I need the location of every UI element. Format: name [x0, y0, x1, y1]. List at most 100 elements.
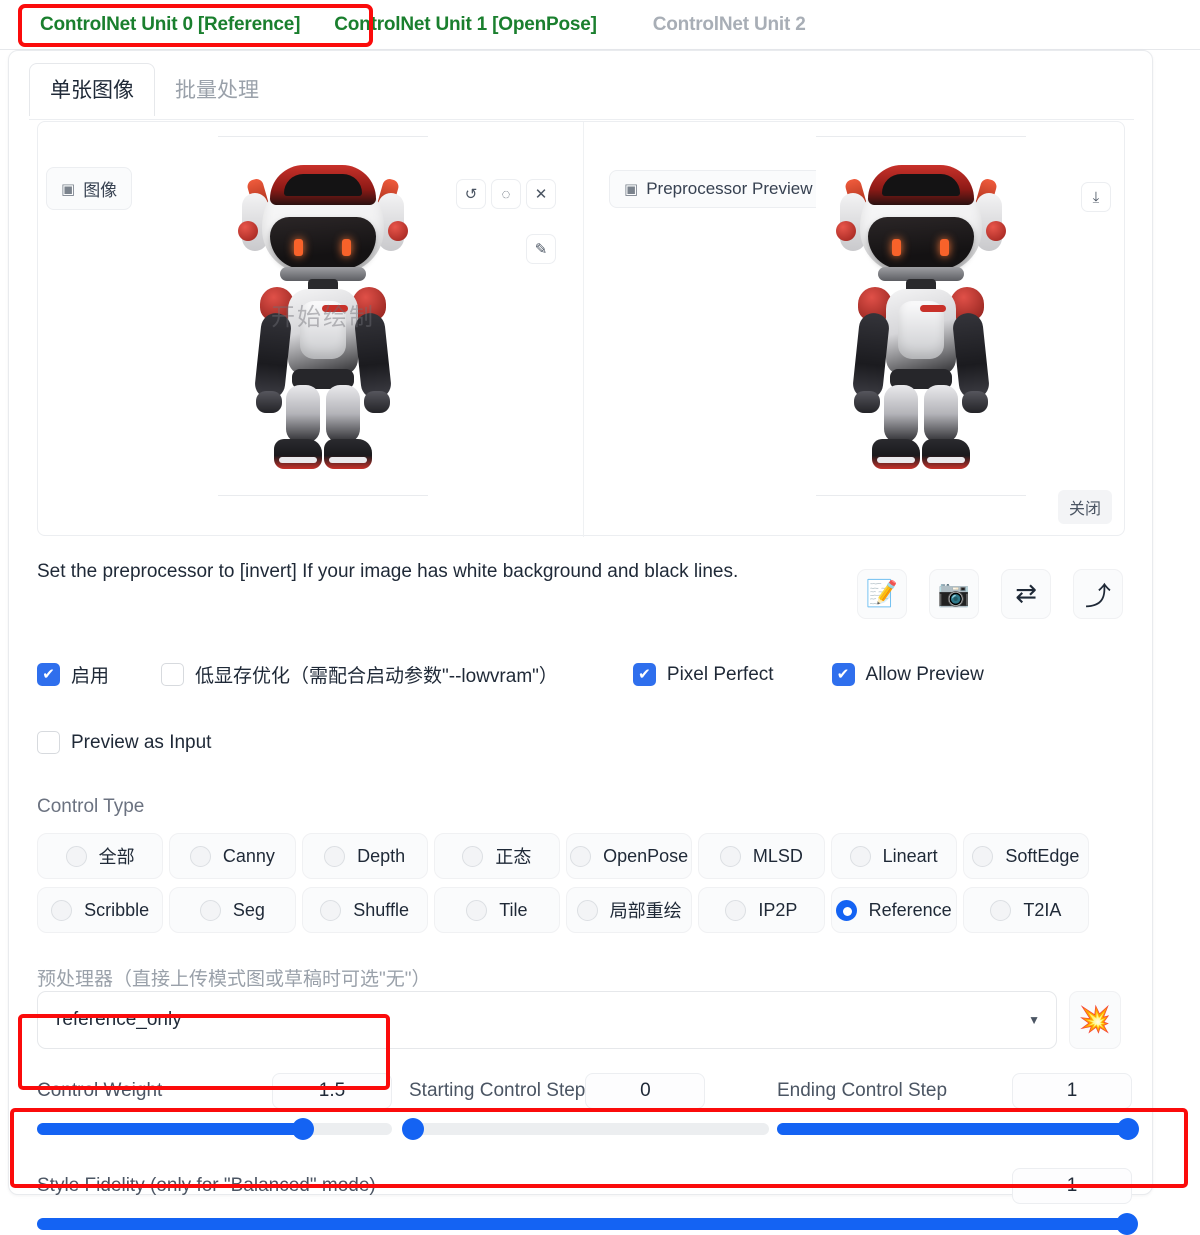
preprocessor-value: reference_only	[56, 1009, 182, 1030]
control-type-t2ia[interactable]: T2IA	[962, 887, 1089, 933]
radio-icon[interactable]	[719, 845, 741, 867]
radio-icon[interactable]	[835, 899, 857, 921]
starting-control-step-track[interactable]	[401, 1118, 769, 1140]
radio-icon[interactable]	[466, 899, 488, 921]
checkbox-pixel-perfect-label: Pixel Perfect	[666, 663, 774, 685]
controlnet-unit-tabs: ControlNet Unit 0 [Reference] ControlNet…	[0, 0, 1200, 50]
swap-button[interactable]: ⇄	[1001, 569, 1051, 619]
radio-icon[interactable]	[324, 845, 346, 867]
checkbox-lowvram[interactable]: 低显存优化（需配合启动参数"--lowvram"）	[161, 661, 558, 688]
checkbox-allow-preview-box[interactable]	[831, 663, 855, 686]
control-type-normal[interactable]: 正态	[433, 833, 560, 879]
control-type-canny[interactable]: Canny	[169, 833, 296, 879]
radio-icon[interactable]	[849, 845, 871, 867]
download-icon[interactable]: ⤓	[1081, 182, 1111, 212]
control-type-mlsd-label: MLSD	[752, 845, 803, 866]
tab-controlnet-unit-1[interactable]: ControlNet Unit 1 [OpenPose]	[324, 10, 607, 40]
radio-icon[interactable]	[725, 899, 747, 921]
control-type-all[interactable]: 全部	[37, 833, 164, 879]
checkbox-enable-label: 启用	[71, 666, 110, 687]
tab-controlnet-unit-2[interactable]: ControlNet Unit 2	[643, 10, 816, 40]
control-type-ip2p[interactable]: IP2P	[698, 887, 825, 933]
preprocessor-select[interactable]: reference_only ▼	[37, 991, 1057, 1049]
edit-prompt-button[interactable]: 📝	[857, 569, 907, 619]
camera-button[interactable]: 📷	[929, 569, 979, 619]
run-preprocessor-button[interactable]: 💥	[1069, 991, 1121, 1049]
starting-control-step-value[interactable]: 0	[585, 1073, 706, 1109]
control-type-shuffle-label: Shuffle	[353, 899, 409, 920]
control-type-grid: 全部 Canny Depth 正态 OpenPose MLSD Lineart …	[37, 833, 1089, 941]
tab-batch-process[interactable]: 批量处理	[155, 64, 279, 116]
ending-control-step-track[interactable]	[777, 1118, 1140, 1140]
preprocessor-preview-area[interactable]: ▣ Preprocessor Preview ⤓ 关闭	[583, 122, 1126, 537]
radio-icon[interactable]	[199, 899, 221, 921]
control-type-inpaint[interactable]: 局部重绘	[566, 887, 693, 933]
preprocessor-preview-chip: ▣ Preprocessor Preview	[609, 170, 828, 208]
chevron-down-icon[interactable]: ▼	[1028, 1013, 1040, 1027]
control-type-scribble[interactable]: Scribble	[37, 887, 164, 933]
undo-icon[interactable]: ↺	[456, 179, 486, 209]
starting-control-step-knob[interactable]	[401, 1118, 424, 1140]
control-type-seg[interactable]: Seg	[169, 887, 296, 933]
control-weight-track[interactable]	[37, 1118, 392, 1140]
control-type-normal-label: 正态	[495, 847, 532, 867]
close-preview-button[interactable]: 关闭	[1057, 490, 1112, 524]
control-type-reference[interactable]: Reference	[830, 887, 957, 933]
starting-control-step-label: Starting Control Step	[409, 1080, 586, 1101]
radio-icon[interactable]	[320, 899, 342, 921]
control-type-softedge[interactable]: SoftEdge	[962, 833, 1089, 879]
style-fidelity-track[interactable]	[37, 1213, 1138, 1235]
radio-icon[interactable]	[570, 845, 592, 867]
input-image-area[interactable]: ▣ 图像 开始绘制 ↺ ◌ ✕ ✎	[38, 122, 583, 537]
checkbox-preview-as-input-box[interactable]	[37, 731, 60, 754]
style-fidelity-value[interactable]: 1	[1012, 1168, 1132, 1204]
ending-control-step-slider-group: Ending Control Step 1	[777, 1073, 1140, 1140]
control-type-lineart[interactable]: Lineart	[830, 833, 957, 879]
radio-icon[interactable]	[462, 845, 484, 867]
image-icon: ▣	[61, 180, 76, 198]
radio-icon[interactable]	[576, 899, 598, 921]
control-type-tile-label: Tile	[499, 899, 528, 920]
checkbox-lowvram-label: 低显存优化（需配合启动参数"--lowvram"）	[195, 666, 558, 687]
control-type-mlsd[interactable]: MLSD	[698, 833, 825, 879]
checkbox-enable[interactable]: 启用	[37, 661, 109, 688]
action-button-group: 📝 📷 ⇄ ⤴	[857, 569, 1123, 619]
control-type-tile[interactable]: Tile	[433, 887, 560, 933]
control-type-depth-label: Depth	[357, 845, 406, 866]
checkbox-lowvram-box[interactable]	[161, 663, 185, 686]
tab-single-image[interactable]: 单张图像	[29, 63, 155, 116]
control-type-shuffle[interactable]: Shuffle	[301, 887, 428, 933]
checkbox-allow-preview[interactable]: Allow Preview	[831, 663, 984, 686]
robot-preview-image	[828, 163, 1014, 483]
control-type-scribble-label: Scribble	[84, 899, 150, 920]
radio-icon[interactable]	[51, 899, 73, 921]
control-type-openpose[interactable]: OpenPose	[566, 833, 693, 879]
controlnet-unit-panel: 单张图像 批量处理 ▣ 图像 开始绘制 ↺ ◌ ✕ ✎ ▣ Preprocess…	[8, 50, 1153, 1235]
radio-icon[interactable]	[972, 845, 994, 867]
style-fidelity-knob[interactable]	[1115, 1213, 1138, 1235]
eraser-icon[interactable]: ◌	[491, 179, 521, 209]
control-type-lineart-label: Lineart	[882, 845, 938, 866]
send-up-button[interactable]: ⤴	[1073, 569, 1123, 619]
radio-icon[interactable]	[189, 845, 211, 867]
image-icon: ▣	[624, 181, 639, 198]
radio-icon[interactable]	[65, 845, 87, 867]
checkbox-preview-as-input-label: Preview as Input	[71, 731, 212, 753]
checkbox-enable-box[interactable]	[37, 663, 60, 686]
control-type-depth[interactable]: Depth	[301, 833, 428, 879]
radio-icon[interactable]	[990, 899, 1012, 921]
preprocessor-label: 预处理器（直接上传模式图或草稿时可选"无"）	[37, 969, 431, 990]
tab-controlnet-unit-0[interactable]: ControlNet Unit 0 [Reference]	[30, 10, 310, 40]
ending-control-step-knob[interactable]	[1117, 1118, 1140, 1140]
control-weight-label: Control Weight	[37, 1080, 163, 1101]
checkbox-pixel-perfect[interactable]: Pixel Perfect	[632, 663, 774, 686]
control-weight-value[interactable]: 1.5	[272, 1073, 392, 1109]
brush-icon[interactable]: ✎	[526, 234, 556, 264]
control-weight-knob[interactable]	[292, 1118, 315, 1140]
input-image-chip[interactable]: ▣ 图像	[46, 167, 133, 210]
preprocessor-preview-label: Preprocessor Preview	[646, 179, 813, 198]
checkbox-preview-as-input[interactable]: Preview as Input	[37, 731, 211, 754]
checkbox-pixel-perfect-box[interactable]	[632, 663, 656, 686]
ending-control-step-value[interactable]: 1	[1012, 1073, 1132, 1109]
clear-icon[interactable]: ✕	[526, 179, 556, 209]
